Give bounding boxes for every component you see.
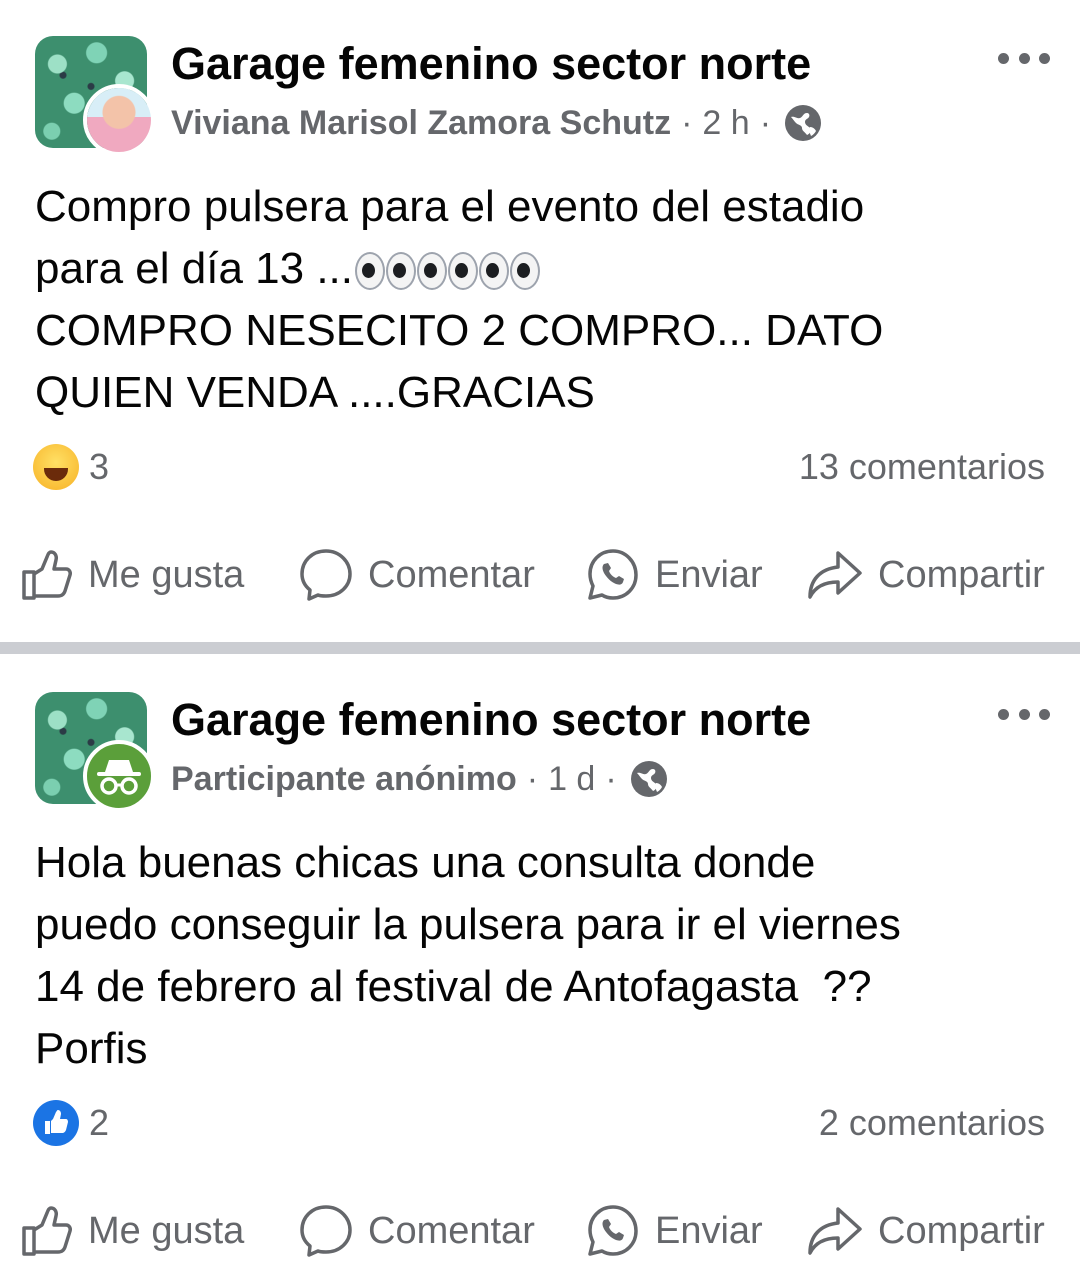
comment-count-link[interactable]: 2 comentarios [819,1102,1045,1144]
meta-separator: · [605,760,617,798]
body-line: 14 de febrero al festival de Antofagasta… [35,962,872,1011]
post-body: Hola buenas chicas una consulta donde pu… [35,832,901,1080]
action-bar: Me gusta Comentar Enviar Compartir [0,1196,1080,1266]
share-button[interactable]: Compartir [806,1196,1045,1266]
share-arrow-icon [808,551,862,599]
post-meta: Participante anónimo · 1 d · [171,756,669,802]
comment-count-link[interactable]: 13 comentarios [799,446,1045,488]
body-line: QUIEN VENDA ....GRACIAS [35,368,595,417]
comment-button[interactable]: Comentar [298,540,535,610]
meta-separator: · [759,104,772,142]
like-label: Me gusta [88,1209,245,1252]
group-avatar[interactable] [35,692,155,812]
comment-button[interactable]: Comentar [298,1196,535,1266]
comment-bubble-icon [300,549,352,601]
like-label: Me gusta [88,553,245,596]
author-name-link[interactable]: Participante anónimo [171,756,517,802]
post-timestamp[interactable]: 2 h [702,100,749,146]
group-name-link[interactable]: Garage femenino sector norte [171,38,811,90]
post-timestamp[interactable]: 1 d [548,756,595,802]
reaction-summary[interactable]: 2 [33,1100,109,1146]
comment-bubble-icon [300,1205,352,1257]
eyes-emoji [355,252,541,291]
incognito-icon [97,760,141,795]
thumbs-up-icon [22,1206,72,1256]
author-photo [87,88,151,152]
author-name-link[interactable]: Viviana Marisol Zamora Schutz [171,100,671,146]
post-card: Garage femenino sector norte Participant… [0,654,1080,1287]
share-label: Compartir [878,553,1045,596]
send-label: Enviar [655,1209,763,1252]
group-avatar[interactable] [35,36,155,156]
send-label: Enviar [655,553,763,596]
author-avatar[interactable] [83,84,155,156]
body-line: puedo conseguir la pulsera para ir el vi… [35,900,901,949]
reaction-count: 3 [89,446,110,487]
body-line-with-emoji: para el día 13 ... [35,238,883,300]
comment-label: Comentar [368,553,535,596]
post-card: Garage femenino sector norte Viviana Mar… [0,0,1080,642]
body-line: Porfis [35,1024,148,1073]
body-line: COMPRO NESECITO 2 COMPRO... DATO [35,306,884,355]
share-arrow-icon [808,1207,862,1255]
share-button[interactable]: Compartir [806,540,1045,610]
like-reaction-icon [33,1100,79,1146]
comment-label: Comentar [368,1209,535,1252]
whatsapp-icon [588,549,638,600]
post-stats: 3 13 comentarios [33,442,1045,492]
body-line: Compro pulsera para el evento del estadi… [35,182,865,231]
post-body: Compro pulsera para el evento del estadi… [35,176,883,424]
haha-reaction-icon [33,444,79,490]
like-button[interactable]: Me gusta [20,1196,244,1266]
reaction-count: 2 [89,1102,110,1143]
post-separator [0,642,1080,654]
public-globe-icon [630,761,667,797]
more-options-icon[interactable] [998,46,1050,70]
reaction-summary[interactable]: 3 [33,444,109,490]
group-name-link[interactable]: Garage femenino sector norte [171,694,811,746]
meta-separator: · [526,760,539,798]
meta-separator: · [681,104,693,142]
body-line: Hola buenas chicas una consulta donde [35,838,816,887]
share-label: Compartir [878,1209,1045,1252]
post-stats: 2 2 comentarios [33,1098,1045,1148]
post-meta: Viviana Marisol Zamora Schutz · 2 h · [171,100,823,146]
public-globe-icon [785,105,822,141]
anonymous-avatar[interactable] [83,740,155,812]
more-options-icon[interactable] [998,702,1050,726]
send-button[interactable]: Enviar [585,540,763,610]
like-button[interactable]: Me gusta [20,540,244,610]
thumbs-up-icon [22,550,72,600]
send-button[interactable]: Enviar [585,1196,763,1266]
whatsapp-icon [588,1205,638,1256]
action-bar: Me gusta Comentar Enviar Compartir [0,540,1080,610]
